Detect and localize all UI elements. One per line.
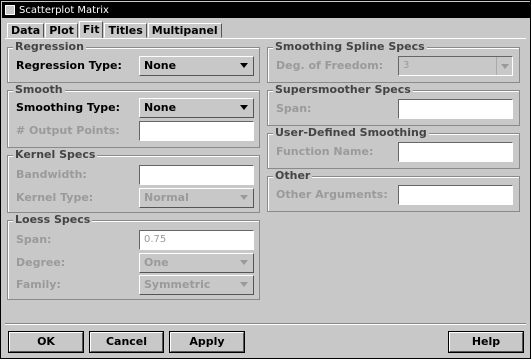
chevron-down-icon bbox=[240, 195, 248, 200]
kernel-type-value: Normal bbox=[144, 191, 189, 204]
family-select[interactable]: Symmetric bbox=[139, 275, 254, 295]
title-bar[interactable]: Scatterplot Matrix bbox=[2, 2, 530, 18]
tab-fit[interactable]: Fit bbox=[78, 21, 104, 38]
loess-span-input[interactable]: 0.75 bbox=[139, 230, 254, 250]
smoothing-spline-legend: Smoothing Spline Specs bbox=[273, 40, 427, 53]
supersmoother-legend: Supersmoother Specs bbox=[273, 83, 413, 96]
cancel-button[interactable]: Cancel bbox=[90, 332, 163, 352]
kernel-specs-group: Kernel Specs Bandwidth: Kernel Type: Nor… bbox=[7, 148, 260, 213]
family-value: Symmetric bbox=[144, 278, 211, 291]
tab-plot[interactable]: Plot bbox=[45, 23, 78, 38]
smoothing-type-label: Smoothing Type: bbox=[16, 101, 120, 114]
loess-specs-group: Loess Specs Span: 0.75 Degree: One Famil… bbox=[7, 213, 260, 300]
chevron-down-icon bbox=[240, 260, 248, 265]
apply-button[interactable]: Apply bbox=[170, 332, 244, 352]
help-button[interactable]: Help bbox=[449, 332, 523, 352]
regression-group: Regression Regression Type: None bbox=[7, 40, 260, 83]
user-defined-legend: User-Defined Smoothing bbox=[273, 126, 429, 139]
kernel-type-label: Kernel Type: bbox=[16, 191, 94, 204]
dof-label: Deg. of Freedom: bbox=[276, 59, 384, 72]
chevron-down-icon[interactable] bbox=[496, 57, 512, 75]
other-arguments-input[interactable] bbox=[398, 185, 513, 205]
kernel-type-select[interactable]: Normal bbox=[139, 188, 254, 208]
regression-type-label: Regression Type: bbox=[16, 59, 122, 72]
smooth-group: Smooth Smoothing Type: None # Output Poi… bbox=[7, 83, 260, 148]
window-title: Scatterplot Matrix bbox=[19, 4, 109, 16]
smooth-legend: Smooth bbox=[13, 83, 65, 96]
loess-specs-legend: Loess Specs bbox=[13, 213, 93, 226]
button-bar-separator bbox=[5, 323, 526, 325]
smoothing-spline-group: Smoothing Spline Specs Deg. of Freedom: … bbox=[267, 40, 520, 83]
regression-type-select[interactable]: None bbox=[139, 56, 254, 76]
dof-value: 3 bbox=[403, 60, 410, 71]
bandwidth-input[interactable] bbox=[139, 165, 254, 185]
degree-value: One bbox=[144, 256, 169, 269]
other-group: Other Other Arguments: bbox=[267, 169, 520, 212]
other-legend: Other bbox=[273, 169, 313, 182]
window-menu-icon[interactable] bbox=[5, 5, 15, 15]
regression-type-value: None bbox=[144, 59, 177, 72]
fit-tab-panel: Regression Regression Type: None Smooth … bbox=[5, 38, 526, 322]
family-label: Family: bbox=[16, 278, 61, 291]
kernel-specs-legend: Kernel Specs bbox=[13, 148, 98, 161]
regression-legend: Regression bbox=[13, 40, 86, 53]
degree-select[interactable]: One bbox=[139, 253, 254, 273]
smoothing-type-select[interactable]: None bbox=[139, 98, 254, 118]
ok-button[interactable]: OK bbox=[9, 332, 83, 352]
tab-multipanel[interactable]: Multipanel bbox=[147, 23, 222, 38]
bandwidth-label: Bandwidth: bbox=[16, 168, 87, 181]
output-points-input[interactable] bbox=[139, 121, 254, 141]
dialog-window: Scatterplot Matrix Data Plot Fit Titles … bbox=[0, 0, 531, 359]
tab-titles[interactable]: Titles bbox=[104, 23, 147, 38]
chevron-down-icon bbox=[240, 63, 248, 68]
function-name-input[interactable] bbox=[398, 142, 513, 162]
dof-spinner[interactable]: 3 bbox=[398, 56, 513, 76]
chevron-down-icon bbox=[240, 282, 248, 287]
output-points-label: # Output Points: bbox=[16, 124, 120, 137]
user-defined-smoothing-group: User-Defined Smoothing Function Name: bbox=[267, 126, 520, 169]
function-name-label: Function Name: bbox=[276, 145, 374, 158]
tab-strip: Data Plot Fit Titles Multipanel bbox=[7, 21, 223, 39]
chevron-down-icon bbox=[240, 105, 248, 110]
supersmoother-span-input[interactable] bbox=[398, 99, 513, 119]
tab-data[interactable]: Data bbox=[7, 23, 45, 38]
supersmoother-span-label: Span: bbox=[276, 102, 312, 115]
supersmoother-group: Supersmoother Specs Span: bbox=[267, 83, 520, 126]
degree-label: Degree: bbox=[16, 256, 66, 269]
other-arguments-label: Other Arguments: bbox=[276, 188, 388, 201]
loess-span-label: Span: bbox=[16, 233, 52, 246]
smoothing-type-value: None bbox=[144, 101, 177, 114]
